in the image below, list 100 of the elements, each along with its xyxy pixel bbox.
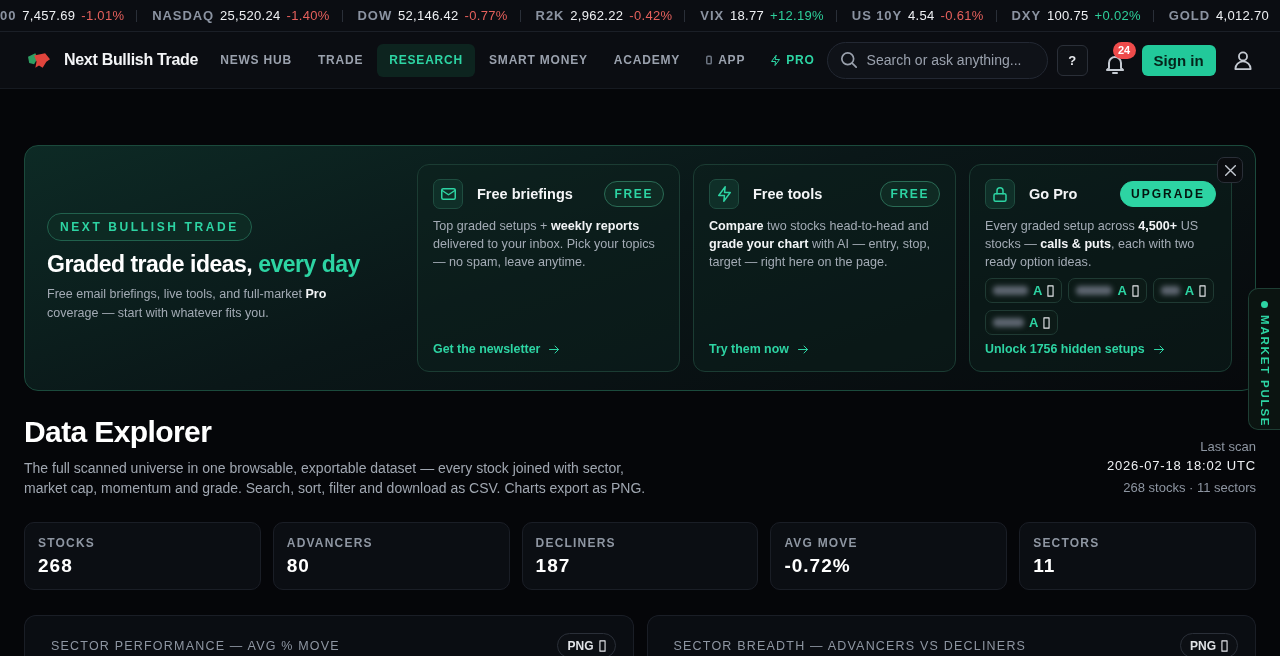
box-glyph-icon [1043, 316, 1051, 329]
blurred-ticker [993, 318, 1024, 327]
ticker-change: -1.01% [81, 8, 125, 23]
card-description: Compare two stocks head-to-head and grade your chart with AI — entry, stop, target — right here on the page. [709, 218, 931, 271]
ticker-symbol: DOW [357, 8, 393, 23]
logo-icon [28, 52, 50, 68]
blurred-ticker [1160, 286, 1180, 295]
search-icon [840, 51, 857, 68]
stat-value: 11 [1033, 555, 1056, 577]
last-scan-time: 2026-07-18 18:02 UTC [1107, 457, 1256, 475]
setup-grade: A [1033, 283, 1043, 298]
nav-link[interactable]: SMART MONEY [477, 43, 600, 77]
stat-value: 80 [286, 555, 310, 577]
box-glyph-icon [1199, 284, 1207, 297]
card-link[interactable]: Unlock 1756 hidden setups [985, 342, 1216, 356]
box-glyph-icon [1131, 284, 1139, 297]
ticker-price: 2,962.22 [570, 8, 624, 23]
stat-label: STOCKS [38, 536, 95, 550]
scan-summary: 268 stocks · 11 sectors [1123, 479, 1256, 497]
ticker-price: 25,520.24 [220, 8, 281, 23]
notification-count-badge: 24 [1112, 42, 1136, 59]
card-link[interactable]: Get the newsletter [433, 342, 664, 356]
ticker-price: 4.54 [908, 8, 935, 23]
card-link[interactable]: Try them now [709, 342, 940, 356]
ticker-price: 7,457.69 [22, 8, 76, 23]
nav-link[interactable]: TRADE [305, 43, 376, 77]
box-glyph-icon [1047, 284, 1055, 297]
png-export-button[interactable]: PNG [557, 633, 616, 656]
nav-link[interactable]: APP [694, 43, 758, 77]
ticker-price: 100.75 [1047, 8, 1089, 23]
card-title: Free tools [753, 186, 823, 202]
ticker-change: -0.42% [629, 8, 673, 23]
ticker-change: -0.61% [940, 8, 984, 23]
nav-link[interactable]: RESEARCH [377, 43, 476, 77]
ticker-price: 4,012.70 [1216, 8, 1269, 23]
panel-title: SECTOR BREADTH — ADVANCERS VS DECLINERS [673, 639, 1027, 653]
brand-name[interactable]: Next Bullish Trade [64, 51, 199, 69]
bolt-icon [771, 54, 781, 66]
arrow-right-icon [1153, 344, 1164, 354]
arrow-right-icon [797, 344, 808, 354]
bell-icon [1105, 56, 1124, 74]
locked-setup-chip[interactable]: A [1068, 278, 1147, 303]
ticker-symbol: US 10Y [851, 8, 903, 23]
help-button[interactable]: ? [1056, 44, 1088, 76]
stat-value: -0.72% [784, 555, 851, 577]
blurred-ticker [993, 286, 1028, 295]
ticker-change: -0.77% [464, 8, 508, 23]
stat-label: SECTORS [1033, 536, 1100, 550]
bolt-icon [709, 179, 739, 209]
user-icon [1233, 50, 1252, 70]
nav-link[interactable]: PRO [759, 43, 827, 77]
phone-icon [706, 55, 713, 65]
arrow-right-icon [549, 344, 560, 354]
setup-grade: A [1117, 283, 1127, 298]
nav-link[interactable]: NEWS HUB [208, 43, 304, 77]
ticker-price: 52,146.42 [398, 8, 459, 23]
mail-icon [433, 179, 463, 209]
card-title: Go Pro [1029, 186, 1078, 202]
search-field[interactable]: Search or ask anything... [826, 41, 1048, 79]
card-title: Free briefings [477, 186, 573, 202]
nav-link[interactable]: ACADEMY [601, 43, 693, 77]
stat-label: DECLINERS [535, 536, 616, 550]
box-glyph-icon [598, 639, 606, 652]
card-description: Every graded setup across 4,500+ US stocks — calls & puts, each with two ready option ideas. [985, 218, 1200, 271]
locked-setup-chip[interactable]: A [985, 278, 1063, 303]
stat-label: ADVANCERS [286, 536, 373, 550]
png-export-button[interactable]: PNG [1180, 633, 1238, 656]
box-glyph-icon [1221, 639, 1228, 652]
card-badge[interactable]: UPGRADE [1120, 181, 1216, 207]
stat-label: AVG MOVE [784, 536, 858, 550]
card-badge: FREE [603, 181, 664, 207]
locked-setup-chip[interactable]: A [985, 310, 1059, 335]
banner-heading: Graded trade ideas, every day [47, 251, 361, 278]
last-scan-label: Last scan [1200, 438, 1256, 456]
brand-pill: NEXT BULLISH TRADE [47, 213, 252, 241]
stat-value: 187 [535, 555, 571, 577]
ticker-symbol: DXY [1011, 8, 1041, 23]
blurred-ticker [1076, 286, 1113, 295]
close-button[interactable] [1217, 157, 1243, 183]
notifications-button[interactable]: 24 [1105, 42, 1136, 78]
stat-value: 268 [38, 555, 73, 577]
panel-title: SECTOR PERFORMANCE — AVG % MOVE [51, 639, 340, 653]
close-icon [1224, 164, 1236, 176]
setup-grade: A [1184, 283, 1195, 298]
ticker-change: -1.40% [286, 8, 330, 23]
status-dot-icon [1261, 301, 1268, 308]
card-badge: FREE [879, 181, 940, 207]
ticker-symbol: 00 [0, 8, 17, 23]
ticker-symbol: GOLD [1168, 8, 1210, 23]
account-button[interactable] [1233, 50, 1252, 70]
setup-grade: A [1029, 315, 1039, 330]
card-description: Top graded setups + weekly reports delivered to your inbox. Pick your topics — no spam, leave anytime. [433, 218, 656, 271]
ticker-price: 18.77 [730, 8, 765, 23]
ticker-symbol: NASDAQ [152, 8, 215, 23]
sign-in-button[interactable]: Sign in [1141, 44, 1216, 76]
locked-setup-chip[interactable]: A [1152, 278, 1215, 303]
lock-icon [985, 179, 1015, 209]
ticker-change: +12.19% [770, 8, 824, 23]
market-pulse-tab[interactable]: MARKET PULSE [1248, 288, 1280, 430]
banner-subtitle: Free email briefings, live tools, and full-market Pro coverage — start with whatever fits you. [47, 286, 328, 322]
